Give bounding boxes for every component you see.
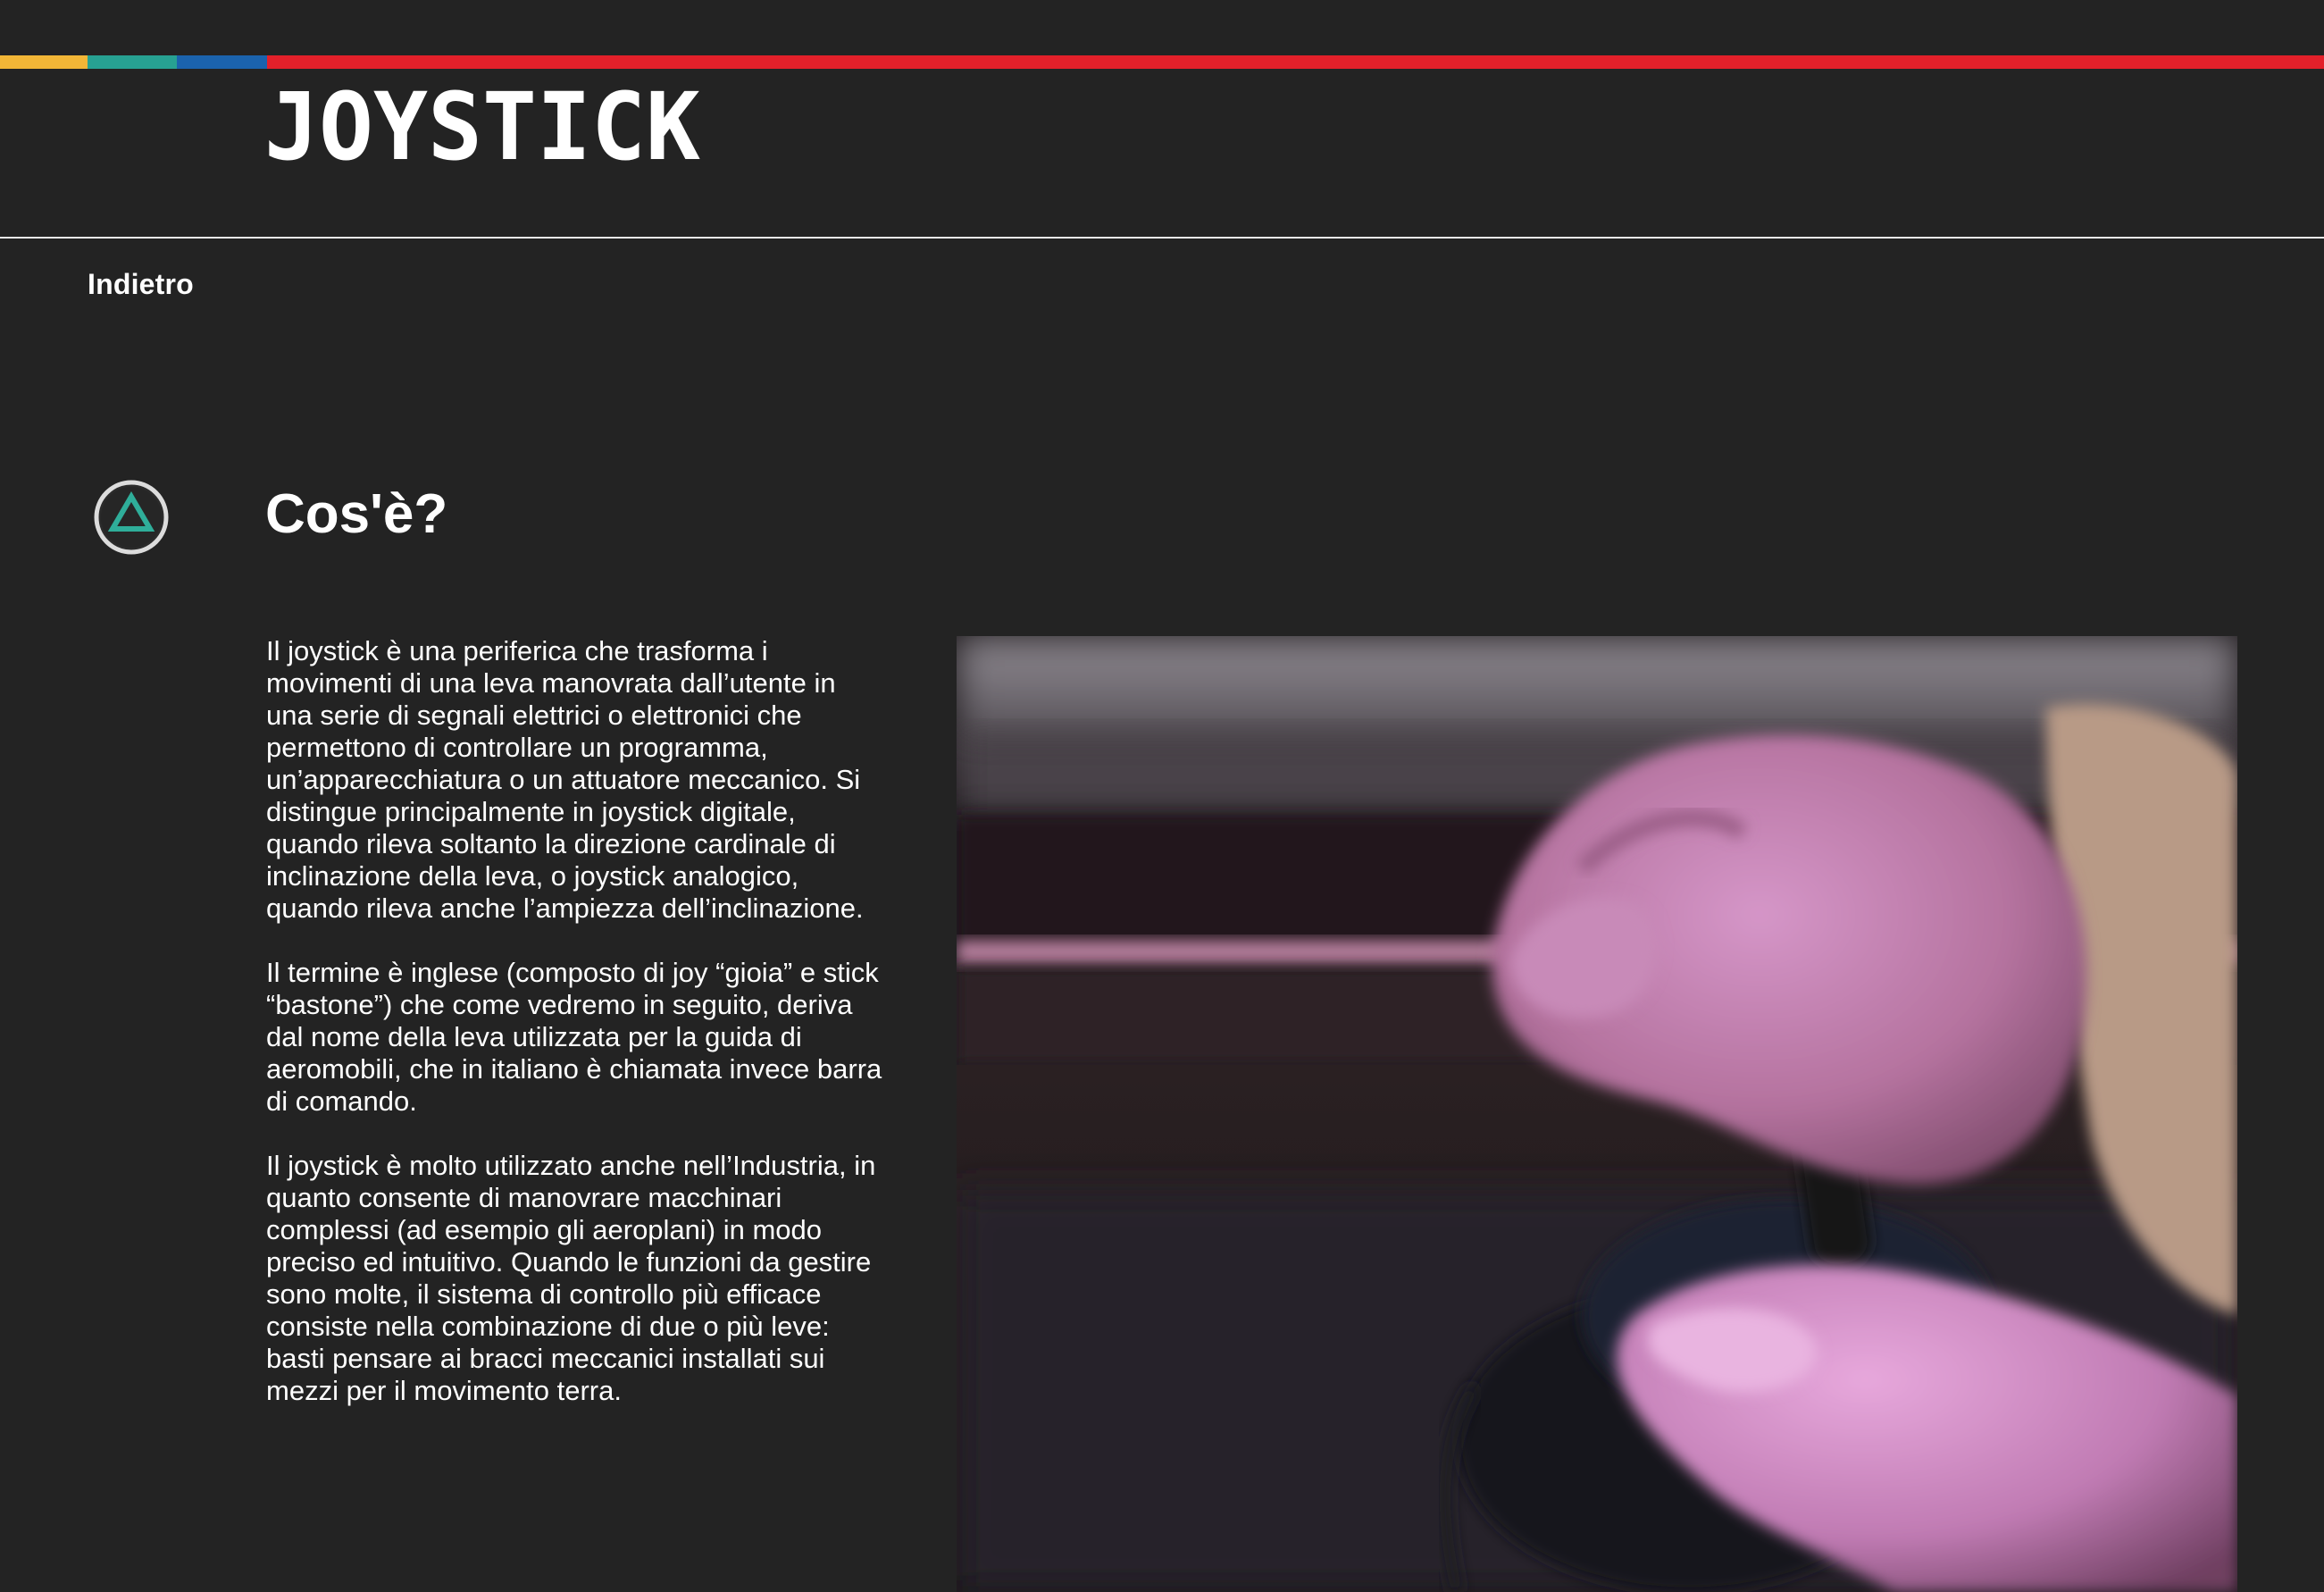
paragraph-3: Il joystick è molto utilizzato anche nel… (266, 1150, 876, 1406)
section-title: Cos'è? (265, 483, 448, 545)
header-color-stripe (0, 55, 2324, 69)
stripe-yellow (0, 55, 88, 69)
site-logo[interactable]: JOYSTICK (264, 77, 711, 166)
article-body: Il joystick è una periferica che trasfor… (266, 635, 882, 1439)
playstation-triangle-icon (93, 479, 170, 556)
joystick-photo (957, 636, 2237, 1592)
stripe-blue (177, 55, 267, 69)
paragraph-2: Il termine è inglese (composto di joy “g… (266, 957, 882, 1117)
stripe-teal (88, 55, 177, 69)
back-link[interactable]: Indietro (88, 268, 194, 301)
paragraph-1: Il joystick è una periferica che trasfor… (266, 635, 864, 924)
header-divider (0, 237, 2324, 239)
stripe-red (267, 55, 2324, 69)
page: JOYSTICK Indietro Cos'è? Il joystick è u… (0, 0, 2324, 1592)
logo-text: JOYSTICK (264, 77, 700, 166)
